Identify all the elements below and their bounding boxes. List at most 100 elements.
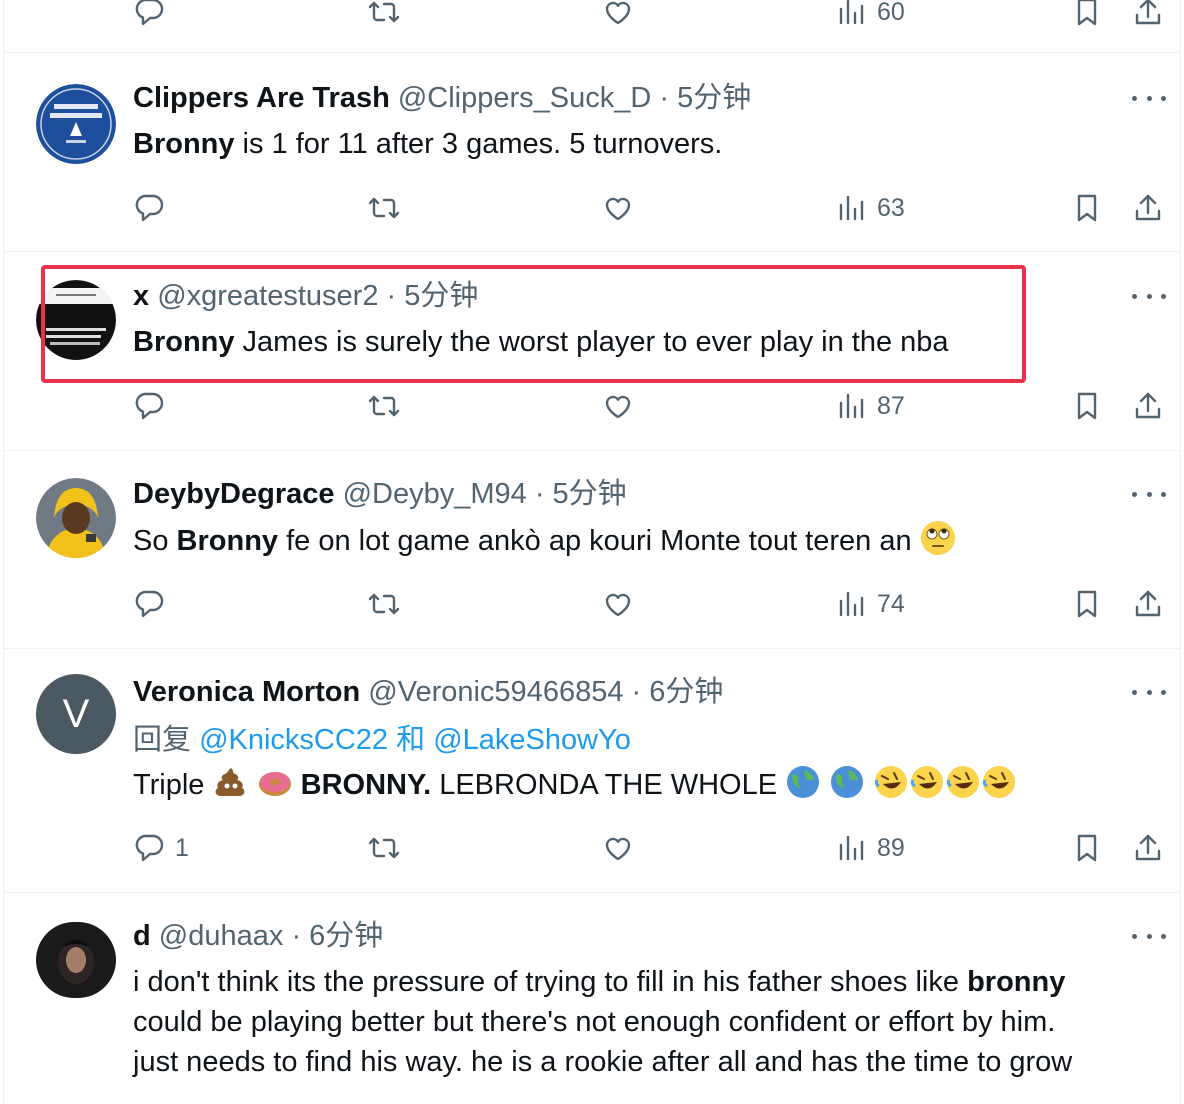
views-count: 89 [877, 833, 905, 862]
bookmark-button[interactable] [1070, 584, 1104, 624]
clippers-logo-avatar [36, 84, 116, 164]
retweet-icon [368, 197, 400, 219]
avatar[interactable]: V [36, 674, 116, 754]
timestamp[interactable]: 5分钟 [677, 82, 751, 114]
timestamp[interactable]: 5分钟 [553, 478, 627, 510]
handle[interactable]: @Deyby_M94 [343, 478, 527, 510]
tweet-3-actions: 74 [0, 584, 1184, 624]
reply-icon [135, 590, 164, 618]
tweet-text-line-2: could be playing better but there's not … [133, 1006, 1056, 1038]
bookmark-button[interactable] [1070, 0, 1104, 32]
text-body: fe on lot game ankò ap kouri Monte tout … [278, 525, 920, 557]
bold-mention: Bronny [133, 128, 235, 160]
views-button[interactable]: 63 [835, 188, 905, 228]
share-icon [1135, 590, 1161, 617]
bookmark-icon [1077, 194, 1097, 222]
retweet-icon [368, 837, 400, 859]
rofl-emoji-icon [983, 766, 1016, 798]
reply-button[interactable]: 1 [133, 828, 189, 868]
share-button[interactable] [1131, 188, 1165, 228]
handle[interactable]: @duhaax [159, 920, 284, 952]
heart-icon [605, 197, 631, 221]
tweet-header: Veronica Morton @Veronic59466854 · 6分钟 [133, 674, 723, 710]
retweet-icon [368, 395, 400, 417]
timestamp[interactable]: 6分钟 [649, 676, 723, 708]
views-button[interactable]: 74 [835, 584, 905, 624]
reply-button[interactable] [133, 584, 167, 624]
views-icon [839, 835, 864, 861]
display-name[interactable]: DeybyDegrace [133, 478, 335, 510]
avatar[interactable] [36, 478, 116, 558]
share-button[interactable] [1131, 0, 1165, 32]
like-button[interactable] [601, 828, 635, 868]
reply-mention-link[interactable]: @KnicksCC22 [199, 724, 388, 756]
views-button[interactable]: 60 [835, 0, 905, 32]
views-icon [839, 393, 864, 419]
tweet-text: So Bronny fe on lot game ankò ap kouri M… [133, 520, 956, 561]
like-button[interactable] [601, 188, 635, 228]
timeline-right-edge [1180, 0, 1181, 1104]
separator: · [631, 676, 642, 708]
reply-button[interactable] [133, 0, 167, 32]
bookmark-button[interactable] [1070, 188, 1104, 228]
partial-tweet-actions: 60 [0, 0, 1184, 32]
display-name[interactable]: Clippers Are Trash [133, 82, 390, 114]
bold-mention: Bronny [176, 525, 279, 557]
more-button[interactable] [1132, 921, 1166, 951]
handle[interactable]: @Clippers_Suck_D [398, 82, 651, 114]
more-button[interactable] [1132, 479, 1166, 509]
divider [4, 648, 1180, 649]
bookmark-button[interactable] [1070, 828, 1104, 868]
tweet-text: Bronny is 1 for 11 after 3 games. 5 turn… [133, 124, 722, 164]
tweet-header: d @duhaax · 6分钟 [133, 918, 383, 954]
rolling-eyes-emoji-icon [920, 521, 955, 555]
display-name[interactable]: Veronica Morton [133, 676, 360, 708]
share-icon [1135, 392, 1161, 419]
globe-emoji-icon [831, 766, 864, 798]
reply-prefix: 回复 [133, 724, 200, 756]
timestamp[interactable]: 6分钟 [309, 920, 383, 952]
like-button[interactable] [601, 386, 635, 426]
tweet-text-line-3: just needs to find his way. he is a rook… [133, 1046, 1073, 1078]
reply-icon [135, 0, 164, 26]
views-button[interactable]: 89 [835, 828, 905, 868]
share-button[interactable] [1131, 828, 1165, 868]
retweet-button[interactable] [367, 584, 401, 624]
divider [4, 52, 1180, 53]
views-count: 87 [877, 391, 905, 420]
share-button[interactable] [1131, 584, 1165, 624]
globe-emoji-icon [787, 766, 820, 798]
more-button[interactable] [1132, 677, 1166, 707]
bookmark-icon [1077, 590, 1097, 618]
text-prefix: So [133, 525, 177, 557]
share-button[interactable] [1131, 386, 1165, 426]
heart-icon [605, 1, 631, 25]
handle[interactable]: @Veronic59466854 [368, 676, 623, 708]
person-dark-avatar [36, 922, 116, 998]
retweet-button[interactable] [367, 0, 401, 32]
poop-emoji-icon [215, 768, 244, 796]
reply-button[interactable] [133, 188, 167, 228]
avatar[interactable] [36, 922, 116, 998]
views-button[interactable]: 87 [835, 386, 905, 426]
like-button[interactable] [601, 0, 635, 32]
more-button[interactable] [1132, 83, 1166, 113]
timeline-left-edge [3, 0, 4, 1104]
reply-icon [135, 834, 164, 862]
display-name[interactable]: d [133, 920, 151, 952]
heart-icon [605, 395, 631, 419]
avatar[interactable] [36, 84, 116, 164]
retweet-button[interactable] [367, 188, 401, 228]
text-body: LEBRONDA THE WHOLE [431, 769, 786, 801]
retweet-icon [368, 1, 400, 23]
bookmark-button[interactable] [1070, 386, 1104, 426]
separator: · [534, 478, 545, 510]
retweet-button[interactable] [367, 828, 401, 868]
reply-count: 1 [175, 833, 189, 862]
reply-button[interactable] [133, 386, 167, 426]
reply-mention-link[interactable]: @LakeShowYo [433, 724, 631, 756]
retweet-button[interactable] [367, 386, 401, 426]
like-button[interactable] [601, 584, 635, 624]
more-button[interactable] [1132, 281, 1166, 311]
divider [4, 892, 1180, 893]
